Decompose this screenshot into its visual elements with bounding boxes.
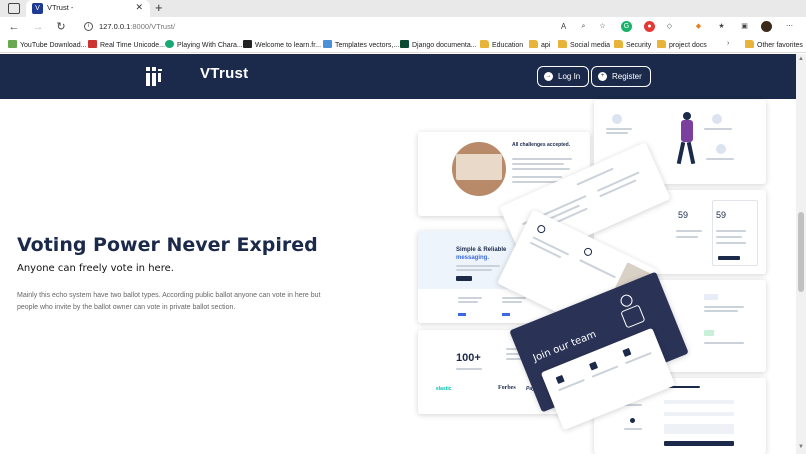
bookmark-item[interactable]: Django documenta... xyxy=(400,40,477,49)
login-button[interactable]: → Log In xyxy=(537,66,590,87)
refresh-icon[interactable]: ↻ xyxy=(54,20,68,34)
hero-subtitle: Anyone can freely vote in here. xyxy=(17,263,174,274)
site-header: VTrust → Log In + Register xyxy=(0,54,796,99)
bookmark-folder[interactable]: Education xyxy=(480,40,523,49)
bookmark-item[interactable]: Templates vectors,... xyxy=(323,40,399,49)
grammarly-extension-icon[interactable]: G xyxy=(621,21,632,32)
forbes-logo: Forbes xyxy=(498,385,516,391)
messaging-accent: messaging. xyxy=(456,255,490,261)
person-illustration xyxy=(674,112,698,168)
messaging-title: Simple & Reliable xyxy=(456,247,507,253)
tab-title: VTrust - xyxy=(47,3,74,12)
price-right: 59 xyxy=(716,210,727,220)
price-left: 59 xyxy=(678,210,689,220)
site-info-icon[interactable]: i xyxy=(84,22,93,31)
new-tab-icon[interactable]: + xyxy=(155,1,163,15)
bookmark-folder[interactable]: Other favorites xyxy=(745,40,803,49)
profile-avatar[interactable] xyxy=(761,21,772,32)
read-aloud-icon[interactable]: A xyxy=(558,21,569,32)
elastic-logo: elastic xyxy=(436,386,452,392)
page-scrollbar[interactable]: ▲ ▼ xyxy=(796,54,806,454)
favorite-star-icon[interactable]: ☆ xyxy=(597,21,608,32)
tab-actions-icon[interactable] xyxy=(8,3,20,14)
bookmark-item[interactable]: Real Time Unicode... xyxy=(88,40,165,49)
scroll-down-icon[interactable]: ▼ xyxy=(798,444,804,450)
register-icon: + xyxy=(598,72,607,81)
page-content: VTrust → Log In + Register Voting Power … xyxy=(0,54,796,454)
tab-strip: V VTrust - ✕ + xyxy=(0,0,806,17)
bookmark-item[interactable]: YouTube Download... xyxy=(8,40,86,49)
zoom-icon[interactable]: ⌕ xyxy=(578,21,589,32)
scroll-up-icon[interactable]: ▲ xyxy=(798,56,804,62)
forward-icon[interactable]: → xyxy=(31,20,45,34)
favicon-icon: V xyxy=(32,3,43,14)
close-tab-icon[interactable]: ✕ xyxy=(135,2,143,13)
vtrust-logo-icon[interactable] xyxy=(146,67,162,86)
login-icon: → xyxy=(544,72,553,81)
tabs-icon[interactable]: ▣ xyxy=(739,21,750,32)
url-text: 127.0.0.1:8000/VTrust/ xyxy=(99,22,176,31)
stat-number: 100+ xyxy=(456,352,481,364)
hero-title: Voting Power Never Expired xyxy=(17,234,318,256)
bookmark-folder[interactable]: Security xyxy=(614,40,651,49)
brand-name[interactable]: VTrust xyxy=(200,65,248,82)
register-button[interactable]: + Register xyxy=(591,66,651,87)
scroll-thumb[interactable] xyxy=(798,212,804,292)
bookmark-item[interactable]: Playing With Chara... xyxy=(165,40,243,49)
bookmarks-overflow-icon[interactable]: › xyxy=(727,40,729,47)
tab-vtrust[interactable]: V VTrust - ✕ xyxy=(26,0,150,17)
challenge-title: All challenges accepted. xyxy=(512,142,571,148)
back-icon[interactable]: ← xyxy=(7,20,21,34)
browser-window: V VTrust - ✕ + ← → ↻ i 127.0.0.1:8000/VT… xyxy=(0,0,806,454)
bookmark-folder[interactable]: project docs xyxy=(657,40,707,49)
bookmarks-bar: YouTube Download... Real Time Unicode...… xyxy=(0,37,806,53)
collections-icon[interactable]: ★ xyxy=(716,21,727,32)
bookmark-folder[interactable]: Social media xyxy=(558,40,610,49)
bookmark-item[interactable]: Welcome to learn.fr... xyxy=(243,40,321,49)
bookmark-folder[interactable]: api xyxy=(529,40,550,49)
url-field[interactable]: i 127.0.0.1:8000/VTrust/ xyxy=(76,19,616,35)
metamask-extension-icon[interactable]: ◆ xyxy=(693,21,704,32)
more-menu-icon[interactable]: ⋯ xyxy=(784,21,795,32)
address-bar: ← → ↻ i 127.0.0.1:8000/VTrust/ A ⌕ ☆ G ●… xyxy=(0,17,806,37)
extension-icon[interactable]: ◇ xyxy=(664,21,675,32)
hero-description: Mainly this echo system have two ballot … xyxy=(17,292,321,311)
adblock-extension-icon[interactable]: ● xyxy=(644,21,655,32)
